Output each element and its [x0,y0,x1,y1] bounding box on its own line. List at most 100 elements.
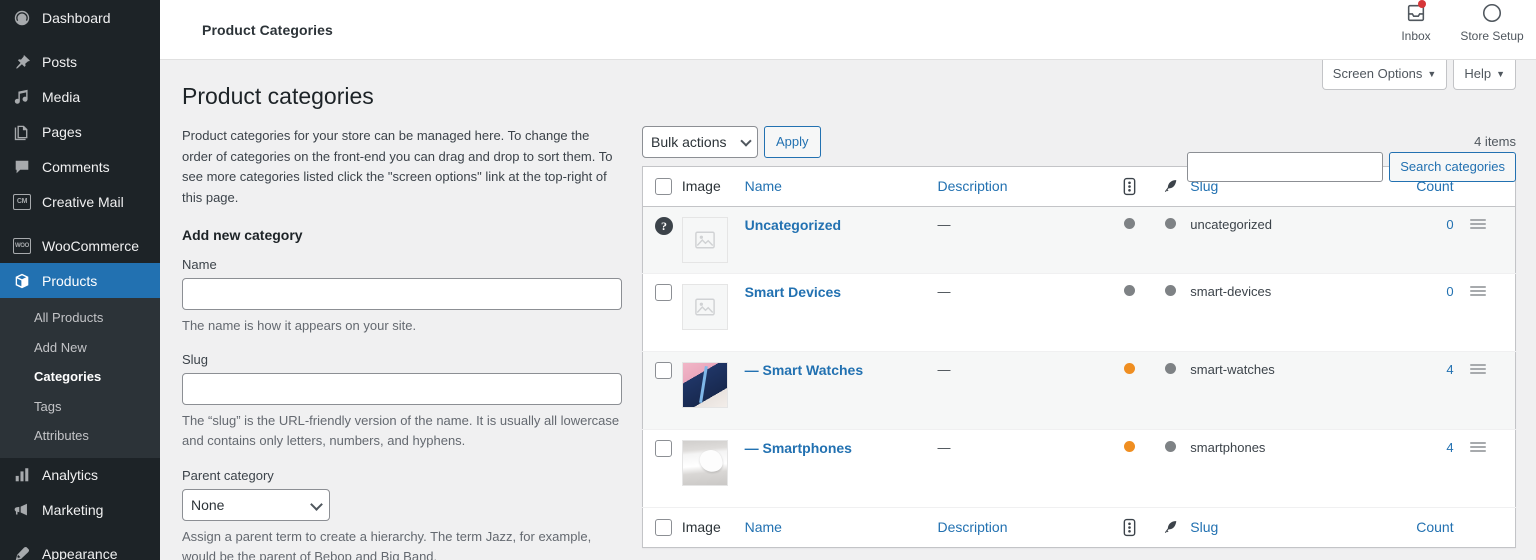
table-row[interactable]: Smart Devices — smart-devices 0 [642,273,1516,352]
image-placeholder-icon [681,283,728,330]
progress-circle-icon [1481,0,1503,26]
inbox-button[interactable]: Inbox [1378,0,1454,43]
bulk-actions-select[interactable]: Bulk actions [642,125,758,158]
sidebar-item-label: Posts [42,53,78,70]
table-row[interactable]: ? Uncategorized — uncategorized 0 [642,206,1516,274]
woocommerce-icon: WOO [12,236,32,256]
sidebar-item-add-new[interactable]: Add New [0,333,160,363]
sort-description-link-footer[interactable]: Description [937,519,1007,535]
sidebar-item-media[interactable]: Media [0,79,160,114]
category-name-link[interactable]: Uncategorized [745,217,841,233]
help-button[interactable]: Help ▼ [1453,60,1516,91]
row-checkbox[interactable] [655,361,672,379]
page-intro-text: Product categories for your store can be… [182,127,613,206]
sidebar-item-categories[interactable]: Categories [0,362,160,392]
categories-table: Image Name Description Slug Count ? Unca… [642,165,1516,548]
category-count-link[interactable]: 0 [1446,217,1453,232]
select-all-checkbox[interactable] [655,177,672,195]
mobile-display-icon [1110,177,1150,196]
feather-status-dot [1164,362,1176,374]
category-name-link[interactable]: — Smartphones [745,440,852,456]
row-checkbox[interactable] [655,439,672,457]
chevron-down-icon: ▼ [1427,69,1437,79]
select-all-checkbox-footer[interactable] [655,518,672,536]
slug-input[interactable] [182,373,622,406]
sidebar-item-attributes[interactable]: Attributes [0,421,160,451]
screen-meta-links: Screen Options ▼ Help ▼ [1321,60,1516,91]
category-count-link[interactable]: 4 [1446,362,1453,377]
row-select-cell [642,429,682,508]
parent-category-select[interactable]: None [182,488,330,521]
sidebar-item-products[interactable]: Products [0,263,160,298]
column-header-feather[interactable] [1150,166,1191,207]
store-setup-button[interactable]: Store Setup [1454,0,1530,43]
pin-icon [12,52,32,72]
row-slug-cell: smart-devices [1190,273,1392,352]
column-footer-image: Image [681,506,745,548]
column-footer-handle [1469,506,1516,548]
category-name-link[interactable]: Smart Devices [745,284,842,300]
sidebar-item-all-products[interactable]: All Products [0,303,160,333]
screen-options-button[interactable]: Screen Options ▼ [1321,60,1448,91]
sidebar-item-comments[interactable]: Comments [0,149,160,184]
row-feather-dot-cell [1150,351,1191,430]
drag-handle-icon[interactable] [1469,217,1486,231]
row-image-cell [681,206,745,274]
parent-help-text: Assign a parent term to create a hierarc… [182,528,592,560]
dashboard-icon [12,8,32,28]
mobile-status-dot [1124,362,1136,374]
column-footer-feather[interactable] [1150,506,1191,548]
sidebar-divider [0,528,160,537]
page-content: Screen Options ▼ Help ▼ Product categories… [160,60,1536,560]
sort-name-link-footer[interactable]: Name [745,519,782,535]
sort-name-link[interactable]: Name [745,178,782,194]
row-image-cell [681,273,745,352]
row-mobile-dot-cell [1109,351,1151,430]
column-header-mobile-display[interactable] [1109,166,1151,207]
sort-slug-link-footer[interactable]: Slug [1190,519,1218,535]
default-category-help-icon[interactable]: ? [655,216,673,235]
column-footer-mobile-display[interactable] [1109,506,1151,548]
sidebar-item-pages[interactable]: Pages [0,114,160,149]
breadcrumb: Product Categories [202,21,333,38]
row-count-cell: 0 [1391,206,1470,274]
column-header-name[interactable]: Name [744,166,938,207]
help-label: Help [1464,66,1492,81]
row-handle-cell [1469,206,1516,274]
drag-handle-icon[interactable] [1469,284,1486,298]
column-footer-name[interactable]: Name [744,506,938,548]
sidebar-item-tags[interactable]: Tags [0,392,160,422]
sort-description-link[interactable]: Description [937,178,1007,194]
apply-button[interactable]: Apply [764,125,821,158]
category-name-text: Smart Watches [762,361,864,378]
sidebar-item-creative-mail[interactable]: CM Creative Mail [0,184,160,219]
sidebar-item-marketing[interactable]: Marketing [0,493,160,528]
table-row[interactable]: — Smartphones — smartphones 4 [642,429,1516,508]
column-footer-count[interactable]: Count [1391,506,1470,548]
bulk-actions-wrap: Bulk actions [642,125,758,158]
row-checkbox[interactable] [655,283,672,301]
column-header-image: Image [681,166,745,207]
sidebar-item-posts[interactable]: Posts [0,44,160,79]
sidebar-item-analytics[interactable]: Analytics [0,458,160,493]
sidebar-item-appearance[interactable]: Appearance [0,537,160,560]
column-footer-slug[interactable]: Slug [1190,506,1392,548]
drag-handle-icon[interactable] [1469,362,1486,376]
slug-help-text: The “slug” is the URL-friendly version o… [182,413,620,449]
column-header-description[interactable]: Description [937,166,1110,207]
column-footer-description[interactable]: Description [937,506,1110,548]
category-thumbnail [681,361,728,408]
category-count-link[interactable]: 0 [1446,284,1453,299]
row-handle-cell [1469,429,1516,508]
sidebar-item-dashboard[interactable]: Dashboard [0,0,160,35]
category-count-link[interactable]: 4 [1446,440,1453,455]
name-input[interactable] [182,278,622,311]
feather-status-dot [1164,284,1176,296]
table-row[interactable]: — Smart Watches — smart-watches 4 [642,351,1516,430]
drag-handle-icon[interactable] [1469,440,1486,454]
sort-count-link-footer[interactable]: Count [1416,519,1453,535]
row-mobile-dot-cell [1109,429,1151,508]
sidebar-item-woocommerce[interactable]: WOO WooCommerce [0,228,160,263]
category-name-link[interactable]: — Smart Watches [745,362,864,378]
parent-category-select-wrap: None [182,488,330,521]
